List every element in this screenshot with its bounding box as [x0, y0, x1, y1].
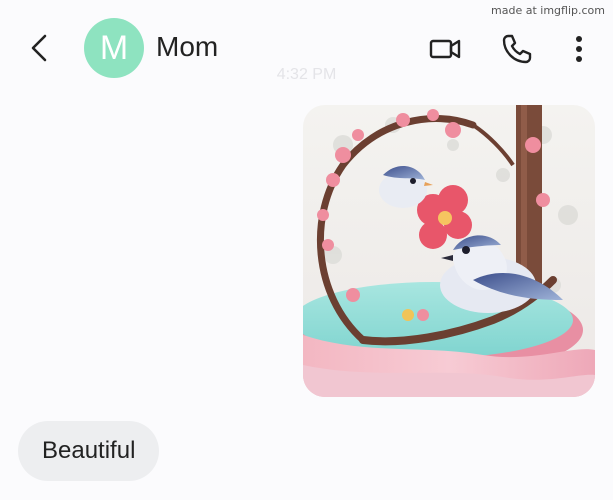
video-call-button[interactable] [428, 32, 462, 66]
birds-artwork-image [303, 105, 595, 397]
chevron-left-icon [31, 34, 47, 62]
voice-call-button[interactable] [500, 32, 534, 66]
imgflip-watermark: made at imgflip.com [491, 4, 605, 17]
sent-image-message[interactable] [303, 105, 595, 397]
message-timestamp: 4:32 PM [276, 66, 337, 83]
phone-icon [502, 34, 532, 64]
received-message-bubble[interactable]: Beautiful [18, 421, 160, 481]
back-button[interactable] [24, 32, 56, 64]
more-options-button[interactable] [564, 32, 594, 66]
more-vertical-icon [576, 36, 582, 62]
video-camera-icon [429, 39, 461, 59]
contact-name[interactable]: Mom [156, 31, 218, 63]
